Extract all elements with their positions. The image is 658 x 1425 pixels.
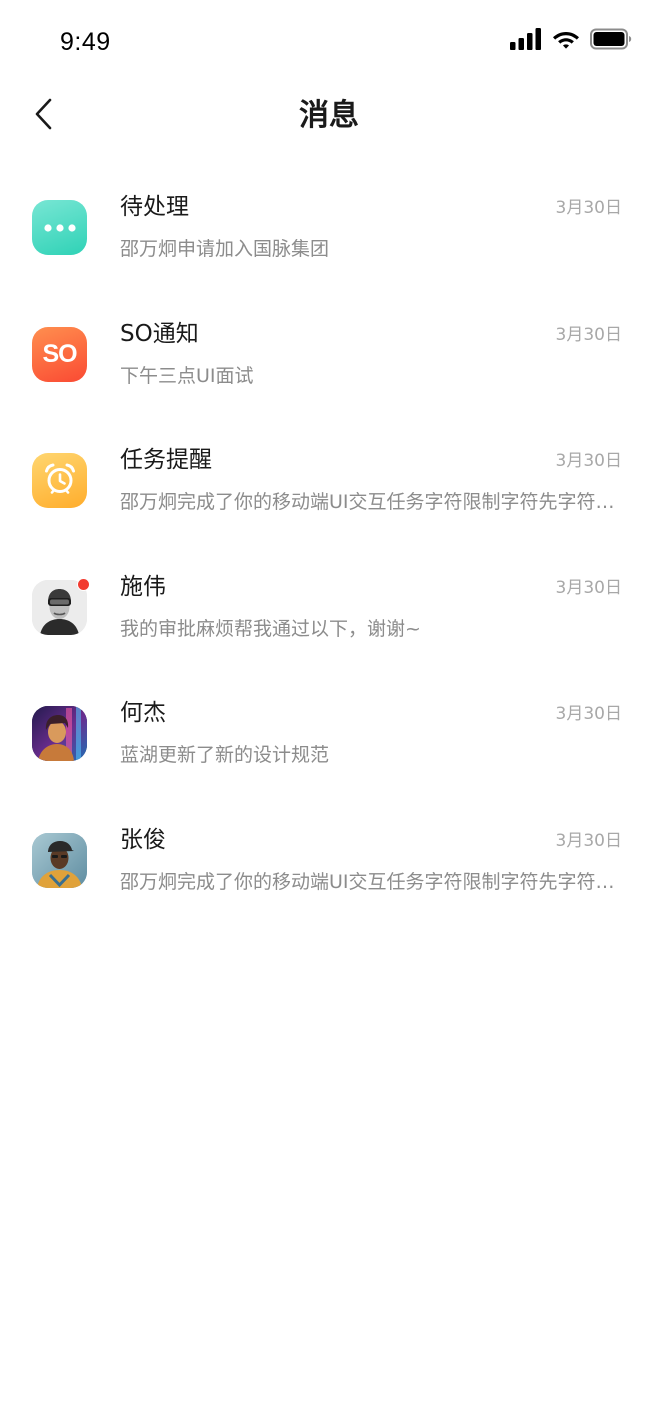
item-title: 何杰 bbox=[120, 700, 166, 726]
cellular-signal-icon bbox=[510, 28, 542, 54]
avatar bbox=[32, 453, 87, 508]
list-item-task-reminder[interactable]: 任务提醒 3月30日 邵万炯完成了你的移动端UI交互任务字符限制字符先字符限制 bbox=[0, 417, 658, 544]
list-item-so-notice[interactable]: SO SO通知 3月30日 下午三点UI面试 bbox=[0, 291, 658, 418]
status-time: 9:49 bbox=[60, 28, 111, 56]
unread-dot bbox=[77, 577, 90, 591]
item-title: 任务提醒 bbox=[120, 447, 212, 473]
item-date: 3月30日 bbox=[555, 451, 622, 471]
so-logo: SO bbox=[42, 339, 77, 368]
item-date: 3月30日 bbox=[555, 198, 622, 218]
item-title: 施伟 bbox=[120, 573, 166, 600]
item-preview: 蓝湖更新了新的设计规范 bbox=[120, 744, 330, 766]
avatar bbox=[32, 832, 87, 888]
item-preview: 邵万炯完成了你的移动端UI交互任务字符限制字符先字符限制 bbox=[120, 491, 625, 513]
item-date: 3月30日 bbox=[555, 704, 622, 724]
item-date: 3月30日 bbox=[555, 830, 622, 851]
item-title: 待处理 bbox=[120, 194, 189, 220]
item-title: SO通知 bbox=[120, 320, 199, 347]
page-title: 消息 bbox=[299, 98, 359, 133]
avatar: SO bbox=[32, 326, 87, 382]
wifi-icon bbox=[552, 28, 580, 54]
status-bar: 9:49 bbox=[0, 0, 658, 80]
item-preview: 我的审批麻烦帮我通过以下，谢谢~ bbox=[120, 617, 421, 640]
item-preview: 下午三点UI面试 bbox=[120, 364, 254, 387]
status-icons bbox=[510, 28, 632, 54]
battery-icon bbox=[590, 28, 632, 54]
alarm-clock-icon bbox=[43, 462, 77, 500]
nav-bar: 消息 bbox=[0, 80, 658, 154]
list-item-zhang-jun[interactable]: 张俊 3月30日 邵万炯完成了你的移动端UI交互任务字符限制字符先字符限制 bbox=[0, 797, 658, 924]
item-preview: 邵万炯申请加入国脉集团 bbox=[120, 238, 330, 260]
avatar bbox=[32, 706, 87, 761]
item-date: 3月30日 bbox=[555, 577, 622, 598]
list-item-shi-wei[interactable]: 施伟 3月30日 我的审批麻烦帮我通过以下，谢谢~ bbox=[0, 544, 658, 671]
avatar bbox=[32, 200, 87, 255]
list-item-he-jie[interactable]: 何杰 3月30日 蓝湖更新了新的设计规范 bbox=[0, 670, 658, 797]
message-list: 待处理 3月30日 邵万炯申请加入国脉集团 SO SO通知 3月30日 下午三点… bbox=[0, 164, 658, 923]
user-photo bbox=[32, 706, 87, 761]
item-preview: 邵万炯完成了你的移动端UI交互任务字符限制字符先字符限制 bbox=[120, 870, 625, 893]
more-dots-icon bbox=[43, 218, 77, 237]
avatar bbox=[32, 577, 90, 635]
list-item-pending[interactable]: 待处理 3月30日 邵万炯申请加入国脉集团 bbox=[0, 164, 658, 291]
item-title: 张俊 bbox=[120, 826, 166, 853]
user-photo bbox=[32, 832, 87, 888]
item-date: 3月30日 bbox=[555, 324, 622, 345]
